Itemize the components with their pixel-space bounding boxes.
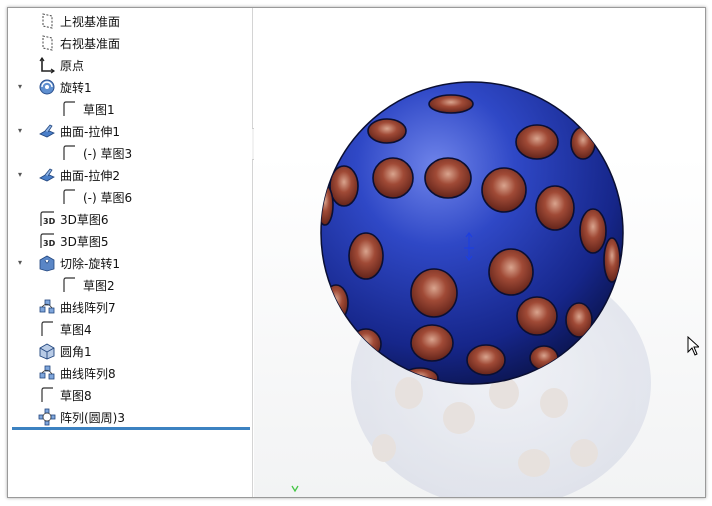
tree-item-origin[interactable]: 原点 [8,54,252,76]
model-view [291,81,651,497]
tree-item-label: 3D草图5 [60,234,109,249]
cut-revolve-icon [38,254,56,272]
tree-item-label: (-) 草图3 [83,146,133,161]
sketch-icon [60,188,78,206]
tree-item-surface-extrude1[interactable]: ▾ 曲面-拉伸1 [8,120,252,142]
origin-icon [38,56,56,74]
graphics-viewport[interactable] [254,8,705,497]
expand-toggle-icon[interactable]: ▾ [18,259,26,267]
tree-item-label: 草图4 [60,322,92,337]
tree-item-sketch1[interactable]: 草图1 [8,98,252,120]
tree-item-sketch8[interactable]: 草图8 [8,384,252,406]
tree-item-curve-pattern8[interactable]: 曲线阵列8 [8,362,252,384]
feature-manager-tree: 上视基准面 右视基准面 原点 ▾ 旋转1 草图1 ▾ 曲面-拉伸1 (-) 草图… [8,8,253,497]
svg-text:3D: 3D [43,239,56,248]
tree-item-label: 3D草图6 [60,212,109,227]
tree-item-surface-extrude2[interactable]: ▾ 曲面-拉伸2 [8,164,252,186]
tree-item-label: 草图1 [83,102,115,117]
rollback-bar[interactable] [12,427,250,430]
curve-pattern-icon [38,364,56,382]
tree-item-label: 原点 [60,58,85,73]
svg-text:3D: 3D [43,217,56,226]
tree-item-sketch3[interactable]: (-) 草图3 [8,142,252,164]
tree-item-label: 曲线阵列7 [60,300,116,315]
sketch-icon [38,320,56,338]
tree-item-label: 切除-旋转1 [60,256,120,271]
tree-item-curve-pattern7[interactable]: 曲线阵列7 [8,296,252,318]
tree-item-label: 上视基准面 [60,14,121,29]
tree-item-3d-sketch5[interactable]: 3D 3D草图5 [8,230,252,252]
tree-item-label: 阵列(圆周)3 [60,410,125,425]
tree-item-label: 右视基准面 [60,36,121,51]
tree-item-sketch6[interactable]: (-) 草图6 [8,186,252,208]
tree-item-label: (-) 草图6 [83,190,133,205]
tree-item-top-plane[interactable]: 上视基准面 [8,10,252,32]
surface-extrude-icon [38,122,56,140]
tree-item-label: 曲线阵列8 [60,366,116,381]
surface-extrude-icon [38,166,56,184]
fillet-icon [38,342,56,360]
tree-item-sketch2[interactable]: 草图2 [8,274,252,296]
revolve-icon [38,78,56,96]
app-window: 上视基准面 右视基准面 原点 ▾ 旋转1 草图1 ▾ 曲面-拉伸1 (-) 草图… [7,7,706,498]
expand-toggle-icon[interactable]: ▾ [18,171,26,179]
tree-item-label: 曲面-拉伸2 [60,168,120,183]
sketch-icon [60,276,78,294]
curve-pattern-icon [38,298,56,316]
plane-icon [38,12,56,30]
tree-item-cut-revolve1[interactable]: ▾ 切除-旋转1 [8,252,252,274]
axis-indicator-icon [291,485,299,493]
circular-pattern-icon [38,408,56,426]
tree-item-revolve1[interactable]: ▾ 旋转1 [8,76,252,98]
tree-item-right-plane[interactable]: 右视基准面 [8,32,252,54]
plane-icon [38,34,56,52]
tree-item-label: 旋转1 [60,80,92,95]
tree-item-circular-pattern3[interactable]: 阵列(圆周)3 [8,406,252,428]
tree-item-label: 草图2 [83,278,115,293]
tree-item-3d-sketch6[interactable]: 3D 3D草图6 [8,208,252,230]
sketch-icon [60,144,78,162]
tree-item-label: 圆角1 [60,344,92,359]
tree-item-sketch4[interactable]: 草图4 [8,318,252,340]
tree-item-label: 曲面-拉伸1 [60,124,120,139]
3d-sketch-icon: 3D [38,210,56,228]
3d-sketch-icon: 3D [38,232,56,250]
tree-item-label: 草图8 [60,388,92,403]
sketch-icon [60,100,78,118]
expand-toggle-icon[interactable]: ▾ [18,83,26,91]
tree-item-fillet1[interactable]: 圆角1 [8,340,252,362]
expand-toggle-icon[interactable]: ▾ [18,127,26,135]
sketch-icon [38,386,56,404]
mouse-cursor-icon [687,336,699,356]
